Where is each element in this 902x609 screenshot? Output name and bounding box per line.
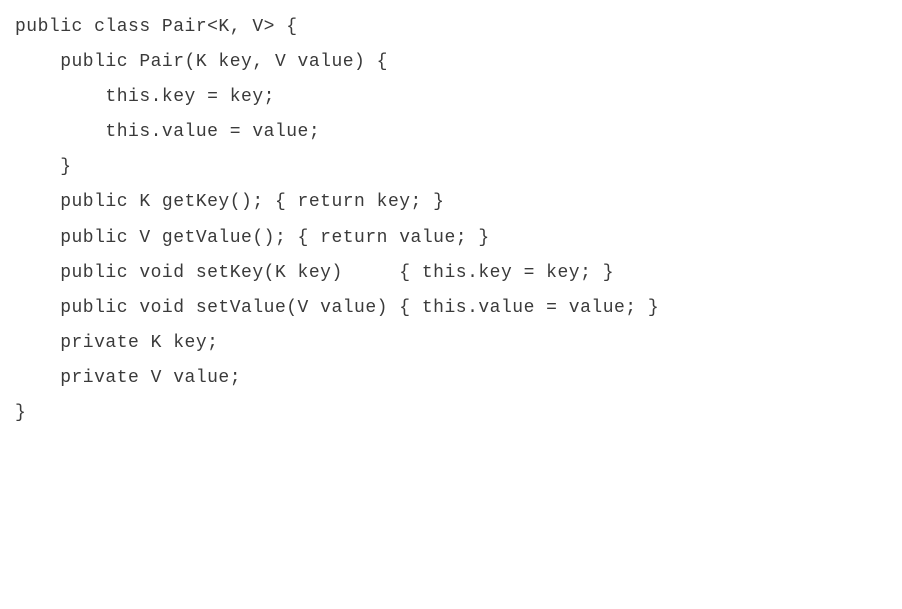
code-line: public void setValue(V value) { this.val… [15, 291, 887, 326]
code-line: public Pair(K key, V value) { [15, 45, 887, 80]
code-line: public V getValue(); { return value; } [15, 221, 887, 256]
code-line: private K key; [15, 326, 887, 361]
code-line: public class Pair<K, V> { [15, 10, 887, 45]
code-block: public class Pair<K, V> { public Pair(K … [15, 10, 887, 431]
code-line: } [15, 396, 887, 431]
code-line: } [15, 150, 887, 185]
code-line: public K getKey(); { return key; } [15, 185, 887, 220]
code-line: this.key = key; [15, 80, 887, 115]
code-line: private V value; [15, 361, 887, 396]
code-line: this.value = value; [15, 115, 887, 150]
code-line: public void setKey(K key) { this.key = k… [15, 256, 887, 291]
